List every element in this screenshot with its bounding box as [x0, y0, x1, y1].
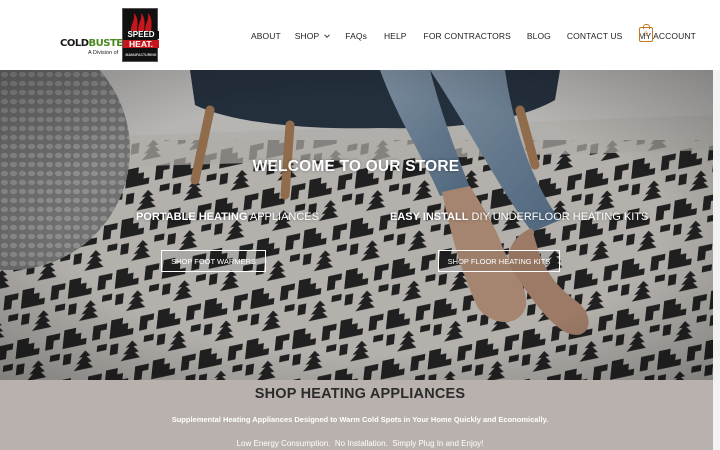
- speed-text: SPEED: [123, 31, 159, 39]
- site-header: COLDBUSTER A Division of SPEED HEAT. MAN…: [0, 0, 720, 70]
- nav-contact-us[interactable]: CONTACT US: [567, 31, 622, 41]
- coldbuster-wordmark: COLDBUSTER: [60, 38, 130, 49]
- main-nav: ABOUT SHOP FAQs HELP FOR CONTRACTORS BLOG CONT…: [251, 29, 696, 43]
- manufacturing-text: MANUFACTURING: [125, 53, 157, 57]
- nav-item-label: SHOP: [294, 31, 320, 41]
- portable-heating-heading: PORTABLE HEATING APPLIANCES: [136, 211, 319, 223]
- nav-for-contractors[interactable]: FOR CONTRACTORS: [424, 31, 511, 41]
- speedheat-logo: SPEED HEAT. MANUFACTURING: [122, 8, 159, 62]
- page: COLDBUSTER A Division of SPEED HEAT. MAN…: [0, 0, 720, 450]
- shop-floor-heating-kits-button[interactable]: SHOP FLOOR HEATING KITS: [438, 250, 560, 272]
- heat-text: HEAT.: [123, 40, 159, 48]
- shop-heating-appliances-section: SHOP HEATING APPLIANCES Supplemental Hea…: [0, 380, 720, 450]
- nav-item-label: ABOUT: [251, 31, 281, 41]
- nav-item-label: CONTACT US: [566, 31, 623, 41]
- hero-banner: WELCOME TO OUR STORE PORTABLE HEATING AP…: [0, 70, 720, 380]
- flames-icon: [131, 13, 152, 31]
- nav-about[interactable]: ABOUT: [251, 31, 281, 41]
- shop-section-features: Low Energy Consumption. No Installation.…: [236, 439, 484, 448]
- scrollbar-track[interactable]: [713, 70, 720, 450]
- nav-shop[interactable]: SHOP: [295, 31, 332, 41]
- nav-item-label: HELP: [383, 31, 407, 41]
- shop-section-heading: SHOP HEATING APPLIANCES: [254, 386, 466, 402]
- chevron-down-icon: [324, 34, 331, 39]
- division-text: A Division of: [88, 50, 119, 56]
- hero-overlay: [0, 70, 720, 380]
- shop-section-subtitle: Supplemental Heating Appliances Designed…: [171, 415, 549, 424]
- nav-item-label: BLOG: [526, 31, 551, 41]
- nav-item-label: FOR CONTRACTORS: [423, 31, 511, 41]
- site-logo[interactable]: COLDBUSTER A Division of SPEED HEAT. MAN…: [60, 8, 160, 62]
- nav-blog[interactable]: BLOG: [527, 31, 551, 41]
- cart-icon[interactable]: 0: [639, 24, 653, 42]
- underfloor-heating-heading: EASY INSTALL DIY UNDERFLOOR HEATING KITS: [390, 211, 649, 223]
- nav-help[interactable]: HELP: [384, 31, 407, 41]
- nav-item-label: FAQs: [345, 31, 367, 41]
- shop-foot-warmers-button[interactable]: SHOP FOOT WARMERS: [161, 250, 266, 272]
- hero-title: WELCOME TO OUR STORE: [252, 158, 460, 175]
- nav-faqs[interactable]: FAQs: [345, 31, 367, 41]
- cart-count: 0: [644, 31, 648, 38]
